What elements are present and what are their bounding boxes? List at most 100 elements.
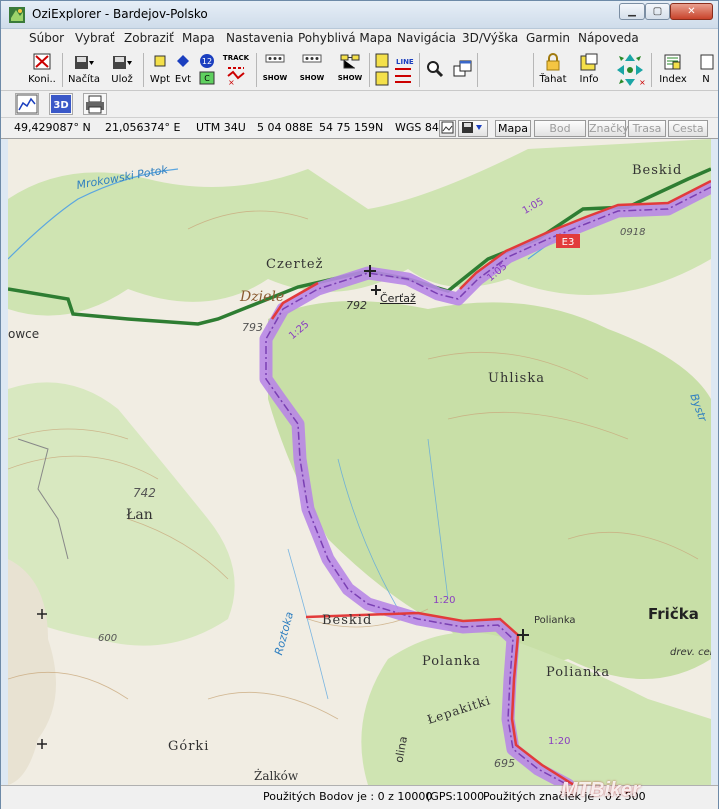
waypoint-button[interactable]: Wpt (148, 50, 172, 90)
label-fricka: Frička (648, 605, 699, 623)
map-canvas: E3 (8, 139, 711, 785)
znacky-button[interactable]: Značky (588, 120, 629, 137)
toolbar-separator (477, 53, 478, 87)
menu-subor[interactable]: Súbor (29, 31, 64, 45)
label-elev-600: 600 (98, 633, 118, 644)
menu-garmin[interactable]: Garmin (526, 31, 570, 45)
label-czertez: Czertež (266, 257, 324, 272)
printer-icon (86, 95, 104, 114)
event-button[interactable]: Evt (172, 50, 194, 90)
menu-3d-vyska[interactable]: 3D/Výška (462, 31, 518, 45)
maximize-button[interactable]: ▢ (645, 3, 670, 20)
toolbar-separator (533, 53, 534, 87)
track-icon: × (227, 67, 245, 86)
label-uhliska: Uhliska (488, 371, 545, 386)
menu-zobrazit[interactable]: Zobraziť (124, 31, 174, 45)
title-bar[interactable]: OziExplorer - Bardejov-Polsko ▁ ▢ ✕ (1, 1, 718, 29)
menu-napoveda[interactable]: Nápoveda (578, 31, 639, 45)
cesta-button[interactable]: Cesta (668, 120, 708, 137)
label-elev-742: 742 (133, 486, 156, 500)
e3-label: E3 (562, 237, 575, 248)
track-number-icon: 12 (200, 54, 214, 68)
show-events-label: SHOW (299, 74, 325, 82)
north-icon (700, 54, 714, 70)
show-routes-label: SHOW (337, 74, 363, 82)
index-label: Index (659, 74, 687, 85)
show-events-button[interactable]: SHOW (297, 50, 327, 90)
waypoint-icon (154, 55, 166, 67)
track-label: TRACK (222, 54, 250, 62)
label-gorki: Górki (168, 739, 210, 754)
minimize-button[interactable]: ▁ (619, 3, 645, 20)
label-time-120b: 1:20 (548, 736, 571, 747)
elevation-chart-button[interactable] (15, 93, 39, 115)
svg-text:×: × (228, 78, 235, 86)
label-polianka: Polianka (546, 665, 611, 680)
exit-label: Koni.. (28, 74, 56, 85)
utm-zone-readout: UTM 34U (196, 121, 246, 134)
toolbar-separator (62, 53, 63, 87)
doc-icon (375, 53, 389, 86)
lock-icon (546, 53, 560, 71)
label-elev-0918: 0918 (620, 227, 646, 238)
main-toolbar: Koni.. Načíta Ulož Wpt Evt 12 C TRACK × (1, 49, 718, 139)
ozi-app-icon (9, 7, 25, 23)
pan-arrows-icon: × (617, 54, 645, 87)
load-button[interactable]: Načíta (67, 50, 101, 90)
save-button[interactable]: Ulož (105, 50, 139, 90)
label-owce: owce (8, 327, 40, 341)
info-icon (580, 53, 598, 71)
mapa-button[interactable]: Mapa (495, 120, 531, 137)
show-waypoints-button[interactable]: SHOW (260, 50, 290, 90)
windows-button[interactable] (451, 50, 475, 90)
map-view[interactable]: E3 Beskid Mrokowski Potok Czertež Dziele… (8, 139, 711, 785)
north-label: N (702, 74, 710, 85)
magnifier-button[interactable] (423, 50, 447, 90)
bod-button[interactable]: Bod (534, 120, 586, 137)
menu-bar: Súbor Vybrať Zobraziť Mapa Nastavenia Po… (1, 29, 718, 49)
show-routes-button[interactable]: SHOW (335, 50, 365, 90)
label-beskid-top: Beskid (632, 163, 683, 178)
map-image-button[interactable] (439, 120, 456, 137)
drag-button[interactable]: Ťahat (537, 50, 569, 90)
load-label: Načíta (68, 74, 100, 85)
north-button[interactable]: N (697, 50, 715, 90)
print-button[interactable] (83, 93, 107, 115)
svg-text:C: C (204, 74, 210, 83)
save-position-button[interactable] (458, 120, 488, 137)
menu-vybrat[interactable]: Vybrať (75, 31, 115, 45)
line-button[interactable]: LINE (372, 50, 416, 90)
trasa-button[interactable]: Trasa (628, 120, 666, 137)
track-number-button[interactable]: 12 C (196, 50, 218, 90)
event-label: Evt (174, 74, 192, 85)
event-icon (177, 55, 189, 67)
label-certaz: Čerťaž (380, 292, 416, 305)
waypoint-label: Wpt (149, 74, 171, 85)
line-label: LINE (396, 58, 414, 66)
elevation-chart-icon (16, 94, 38, 114)
info-button[interactable]: Info (574, 50, 604, 90)
show-routes-icon (340, 54, 360, 69)
menu-pohybliva-mapa[interactable]: Pohyblivá Mapa (298, 31, 392, 45)
image-icon (441, 121, 454, 134)
track-button[interactable]: TRACK × (220, 50, 252, 90)
status-waypoints: Použitých Bodov je : 0 z 10000 (263, 790, 433, 803)
3d-button[interactable]: 3D (49, 93, 73, 115)
latitude-readout: 49,429087° N (14, 121, 91, 134)
label-polanka: Polanka (422, 654, 481, 669)
exit-button[interactable]: Koni.. (26, 50, 58, 90)
menu-nastavenia[interactable]: Nastavenia (226, 31, 293, 45)
close-button[interactable]: ✕ (670, 3, 713, 20)
line-icon (395, 68, 411, 83)
index-icon (664, 54, 681, 70)
menu-mapa[interactable]: Mapa (182, 31, 215, 45)
app-window: OziExplorer - Bardejov-Polsko ▁ ▢ ✕ Súbo… (0, 0, 719, 809)
toolbar-separator (369, 53, 370, 87)
menu-navigacia[interactable]: Navigácia (397, 31, 456, 45)
windows-icon (453, 60, 472, 77)
label-elev-792: 792 (346, 299, 367, 312)
svg-text:3D: 3D (53, 100, 68, 111)
easting-readout: 5 04 088E (257, 121, 313, 134)
pan-button[interactable]: × (611, 50, 647, 90)
index-button[interactable]: Index (655, 50, 691, 90)
